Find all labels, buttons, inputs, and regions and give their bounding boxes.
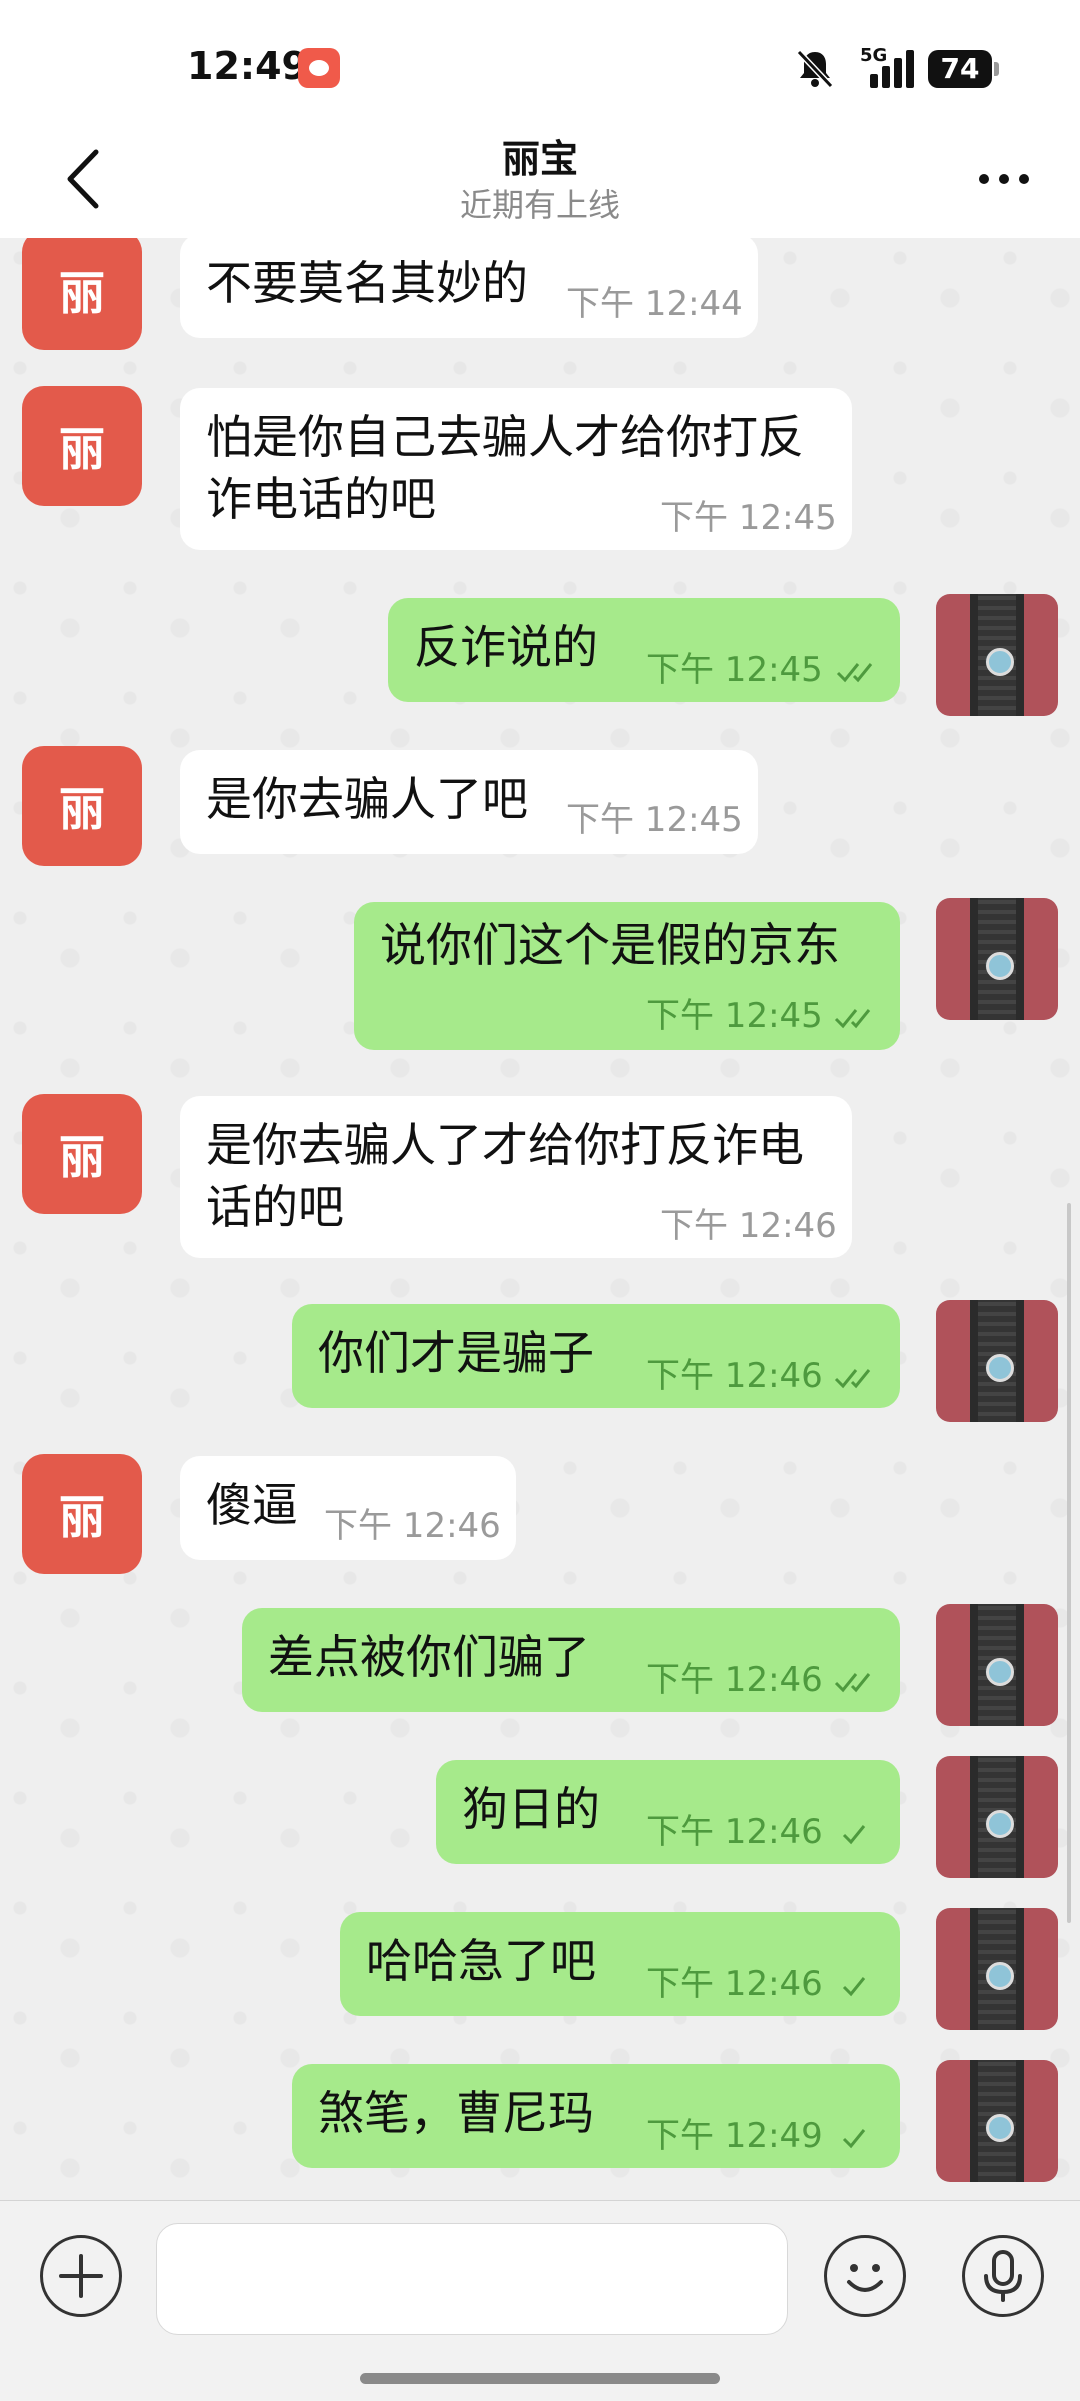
message-bubble-incoming[interactable]: 是你去骗人了吧 下午 12:45: [180, 750, 758, 854]
battery-icon: [994, 62, 999, 76]
message-text: 傻逼: [206, 1478, 298, 1532]
message-bubble-incoming[interactable]: 怕是你自己去骗人才给你打反诈电话的吧 下午 12:45: [180, 388, 852, 550]
bell-muted-icon: [796, 49, 834, 89]
emoji-button[interactable]: [824, 2235, 906, 2317]
contact-avatar[interactable]: 丽: [22, 1454, 142, 1574]
message-time: 下午 12:45: [646, 996, 823, 1036]
read-double-check-icon: [834, 1369, 871, 1389]
message-text: 哈哈急了吧: [366, 1934, 596, 1988]
message-bubble-outgoing[interactable]: 你们才是骗子 下午 12:46: [292, 1304, 900, 1408]
message-text: 反诈说的: [414, 620, 598, 674]
contact-avatar[interactable]: 丽: [22, 386, 142, 506]
message-time: 下午 12:45: [646, 650, 823, 690]
composer-bar: [0, 2200, 1080, 2401]
read-double-check-icon: [836, 663, 873, 683]
read-double-check-icon: [834, 1673, 871, 1693]
message-text: 是你去骗人了吧: [206, 772, 528, 826]
message-bubble-outgoing[interactable]: 差点被你们骗了 下午 12:46: [242, 1608, 900, 1712]
scrollbar[interactable]: [1067, 1203, 1071, 1923]
my-avatar[interactable]: [936, 1756, 1058, 1878]
message-bubble-incoming[interactable]: 是你去骗人了才给你打反诈电话的吧 下午 12:46: [180, 1096, 852, 1258]
message-time: 下午 12:44: [566, 284, 743, 324]
message-input[interactable]: [156, 2223, 788, 2335]
last-seen-status: 近期有上线: [459, 186, 620, 224]
my-avatar[interactable]: [936, 594, 1058, 716]
message-bubble-outgoing[interactable]: 煞笔，曹尼玛 下午 12:49: [292, 2064, 900, 2168]
message-time: 下午 12:46: [646, 1964, 823, 2004]
my-avatar[interactable]: [936, 2060, 1058, 2182]
message-text: 不要莫名其妙的: [206, 256, 528, 310]
message-text: 你们才是骗子: [318, 1326, 594, 1380]
message-time: 下午 12:46: [646, 1812, 823, 1852]
read-check-icon: [842, 1977, 866, 1997]
message-time: 下午 12:46: [324, 1506, 501, 1546]
emoji-icon: [847, 2264, 883, 2292]
message-bubble-outgoing[interactable]: 狗日的 下午 12:46: [436, 1760, 900, 1864]
plus-icon: [59, 2254, 103, 2298]
my-avatar[interactable]: [936, 1604, 1058, 1726]
message-time: 下午 12:46: [646, 1660, 823, 1700]
voice-button[interactable]: [962, 2235, 1044, 2317]
message-bubble-incoming[interactable]: 傻逼 下午 12:46: [180, 1456, 516, 1560]
status-time: 12:49: [187, 44, 308, 88]
message-text: 说你们这个是假的京东: [380, 918, 840, 972]
battery-level: 74: [928, 50, 992, 88]
message-text: 煞笔，曹尼玛: [318, 2086, 594, 2140]
my-avatar[interactable]: [936, 1300, 1058, 1422]
message-bubble-outgoing[interactable]: 反诈说的 下午 12:45: [388, 598, 900, 702]
notification-app-icon: [298, 48, 340, 88]
read-double-check-icon: [834, 1009, 871, 1029]
status-bar: 12:49 5G 74: [0, 0, 1080, 130]
message-time: 下午 12:49: [646, 2116, 823, 2156]
contact-avatar[interactable]: 丽: [22, 1094, 142, 1214]
message-text: 差点被你们骗了: [268, 1630, 590, 1684]
my-avatar[interactable]: [936, 898, 1058, 1020]
message-text: 狗日的: [462, 1782, 600, 1836]
contact-name[interactable]: 丽宝: [0, 128, 1080, 183]
message-bubble-outgoing[interactable]: 说你们这个是假的京东 下午 12:45: [354, 902, 900, 1050]
message-time: 下午 12:46: [660, 1206, 837, 1246]
home-indicator[interactable]: [360, 2373, 720, 2384]
my-avatar[interactable]: [936, 1908, 1058, 2030]
message-time: 下午 12:45: [566, 800, 743, 840]
contact-avatar[interactable]: 丽: [22, 746, 142, 866]
more-dots-icon[interactable]: [974, 156, 1034, 202]
message-time: 下午 12:45: [660, 498, 837, 538]
message-bubble-incoming[interactable]: 不要莫名其妙的 下午 12:44: [180, 238, 758, 338]
message-bubble-outgoing[interactable]: 哈哈急了吧 下午 12:46: [340, 1912, 900, 2016]
signal-icon: [870, 50, 914, 88]
attach-button[interactable]: [40, 2235, 122, 2317]
read-check-icon: [842, 2129, 866, 2149]
message-list[interactable]: 丽 不要莫名其妙的 下午 12:44 丽 怕是你自己去骗人才给你打反诈电话的吧 …: [0, 238, 1080, 2200]
chat-header: 丽宝 近期有上线: [0, 120, 1080, 239]
message-time: 下午 12:46: [646, 1356, 823, 1396]
microphone-icon: [984, 2250, 1022, 2302]
contact-avatar[interactable]: 丽: [22, 238, 142, 350]
read-check-icon: [842, 1825, 866, 1845]
